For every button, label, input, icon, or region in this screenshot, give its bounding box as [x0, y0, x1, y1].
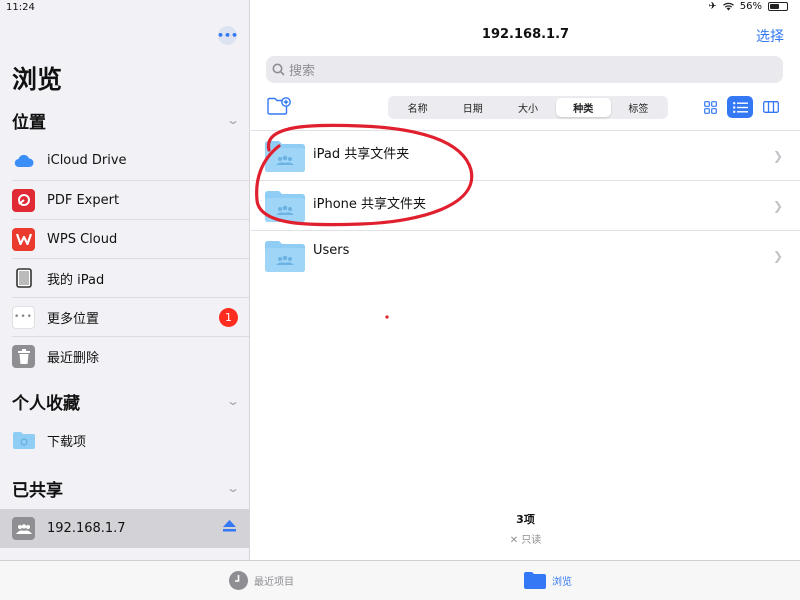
wifi-icon	[722, 2, 734, 11]
sidebar: ••• 浏览 位置 ⌄ iCloud Drive PDF Expert WPS …	[0, 0, 250, 560]
notification-badge: 1	[219, 308, 238, 327]
search-placeholder: 搜索	[289, 64, 316, 79]
tab-bar: 最近项目 浏览	[0, 560, 800, 600]
chevron-right-icon: ❯	[772, 149, 783, 163]
sidebar-item-icloud[interactable]: iCloud Drive	[12, 141, 249, 180]
sidebar-item-label: 更多位置	[47, 311, 100, 327]
section-favorites-label: 个人收藏	[12, 393, 80, 414]
annotation-overlay	[255, 123, 474, 319]
chevron-right-icon: ❯	[772, 199, 783, 213]
sidebar-item-label: 下载项	[47, 435, 87, 450]
sidebar-item-label: 192.168.1.7	[47, 521, 126, 536]
chevron-right-icon: ❯	[772, 249, 783, 263]
tab-browse[interactable]: 浏览	[524, 571, 572, 589]
tab-label: 浏览	[552, 576, 572, 588]
clock-icon	[229, 571, 248, 590]
select-button[interactable]: 选择	[756, 26, 784, 46]
sidebar-item-recently-deleted[interactable]: 最近删除	[12, 336, 249, 375]
section-shared-label: 已共享	[12, 480, 63, 501]
sort-option-tags[interactable]: 标签	[611, 98, 666, 117]
chevron-down-icon: ⌄	[225, 394, 241, 408]
sort-option-name[interactable]: 名称	[390, 98, 445, 117]
sidebar-item-downloads[interactable]: 下载项	[12, 421, 249, 460]
airplane-icon: ✈	[708, 1, 717, 12]
section-shared[interactable]: 已共享 ⌄	[12, 476, 241, 501]
shared-folder-icon	[265, 191, 305, 222]
sidebar-item-label: 最近删除	[47, 350, 100, 366]
chevron-down-icon: ⌄	[225, 113, 241, 127]
ipad-icon	[12, 267, 35, 290]
folder-icon	[524, 572, 546, 589]
grid-icon	[703, 100, 717, 114]
close-icon: ✕	[509, 535, 522, 546]
sidebar-item-more-locations[interactable]: ••• 更多位置 1	[12, 297, 249, 336]
list-icon	[732, 101, 748, 113]
section-locations[interactable]: 位置 ⌄	[12, 108, 241, 133]
annotation-dot	[385, 315, 389, 319]
search-icon	[272, 63, 285, 76]
folder-name: Users	[313, 243, 350, 258]
column-view-button[interactable]	[758, 96, 784, 118]
folder-name: iPad 共享文件夹	[313, 147, 410, 162]
trash-icon	[12, 344, 35, 368]
grid-view-button[interactable]	[697, 96, 723, 118]
sidebar-title: 浏览	[12, 65, 63, 94]
sort-option-size[interactable]: 大小	[500, 98, 555, 117]
status-indicators: ✈ 56%	[708, 1, 788, 12]
sidebar-item-pdf-expert[interactable]: PDF Expert	[12, 180, 249, 219]
icloud-icon	[12, 149, 35, 172]
main-pane: 192.168.1.7 选择 搜索 名称 日期 大小 种类 标签 iPad 共享…	[251, 0, 800, 560]
wps-cloud-icon	[12, 227, 35, 251]
status-time: 11:24	[6, 2, 35, 13]
section-favorites[interactable]: 个人收藏 ⌄	[12, 389, 241, 414]
new-folder-button[interactable]	[267, 97, 291, 119]
list-view-button[interactable]	[727, 96, 753, 118]
download-folder-icon	[12, 429, 35, 452]
chevron-down-icon: ⌄	[225, 481, 241, 495]
sort-option-date[interactable]: 日期	[445, 98, 500, 117]
sort-segmented-control: 名称 日期 大小 种类 标签	[388, 96, 668, 119]
list-item[interactable]: iPhone 共享文件夹 ❯	[251, 180, 800, 230]
battery-icon	[768, 2, 788, 11]
sidebar-item-wps-cloud[interactable]: WPS Cloud	[12, 219, 249, 258]
sort-option-kind[interactable]: 种类	[555, 98, 611, 117]
folder-name: iPhone 共享文件夹	[313, 197, 427, 212]
section-locations-label: 位置	[12, 112, 46, 133]
read-only-label: 只读	[521, 535, 542, 546]
eject-icon[interactable]	[223, 520, 236, 536]
tab-recents[interactable]: 最近项目	[229, 571, 294, 590]
search-field[interactable]: 搜索	[266, 56, 783, 83]
list-item[interactable]: Users ❯	[251, 230, 800, 280]
sidebar-item-my-ipad[interactable]: 我的 iPad	[12, 258, 249, 297]
new-folder-icon	[267, 97, 291, 115]
list-item[interactable]: iPad 共享文件夹 ❯	[251, 130, 800, 180]
shared-folder-icon	[265, 141, 305, 172]
shared-folder-icon	[265, 241, 305, 272]
columns-icon	[763, 101, 779, 113]
tab-label: 最近项目	[254, 577, 294, 588]
sidebar-item-label: 我的 iPad	[47, 272, 105, 288]
battery-percent: 56%	[739, 1, 762, 12]
sidebar-item-server[interactable]: 192.168.1.7	[0, 509, 249, 548]
sidebar-item-label: WPS Cloud	[47, 231, 118, 247]
sidebar-item-label: PDF Expert	[47, 192, 120, 208]
file-list: iPad 共享文件夹 ❯ iPhone 共享文件夹 ❯ Users ❯	[251, 130, 800, 280]
shared-server-icon	[12, 517, 35, 540]
more-options-button[interactable]: •••	[217, 26, 238, 45]
item-count: 3项	[516, 513, 535, 526]
pdf-expert-icon	[12, 188, 35, 212]
more-icon: •••	[12, 305, 35, 329]
sidebar-item-label: iCloud Drive	[47, 153, 127, 168]
page-title: 192.168.1.7	[481, 27, 570, 42]
read-only-indicator: ✕ 只读	[251, 531, 800, 546]
status-bar: 11:24 ✈ 56%	[0, 0, 800, 16]
